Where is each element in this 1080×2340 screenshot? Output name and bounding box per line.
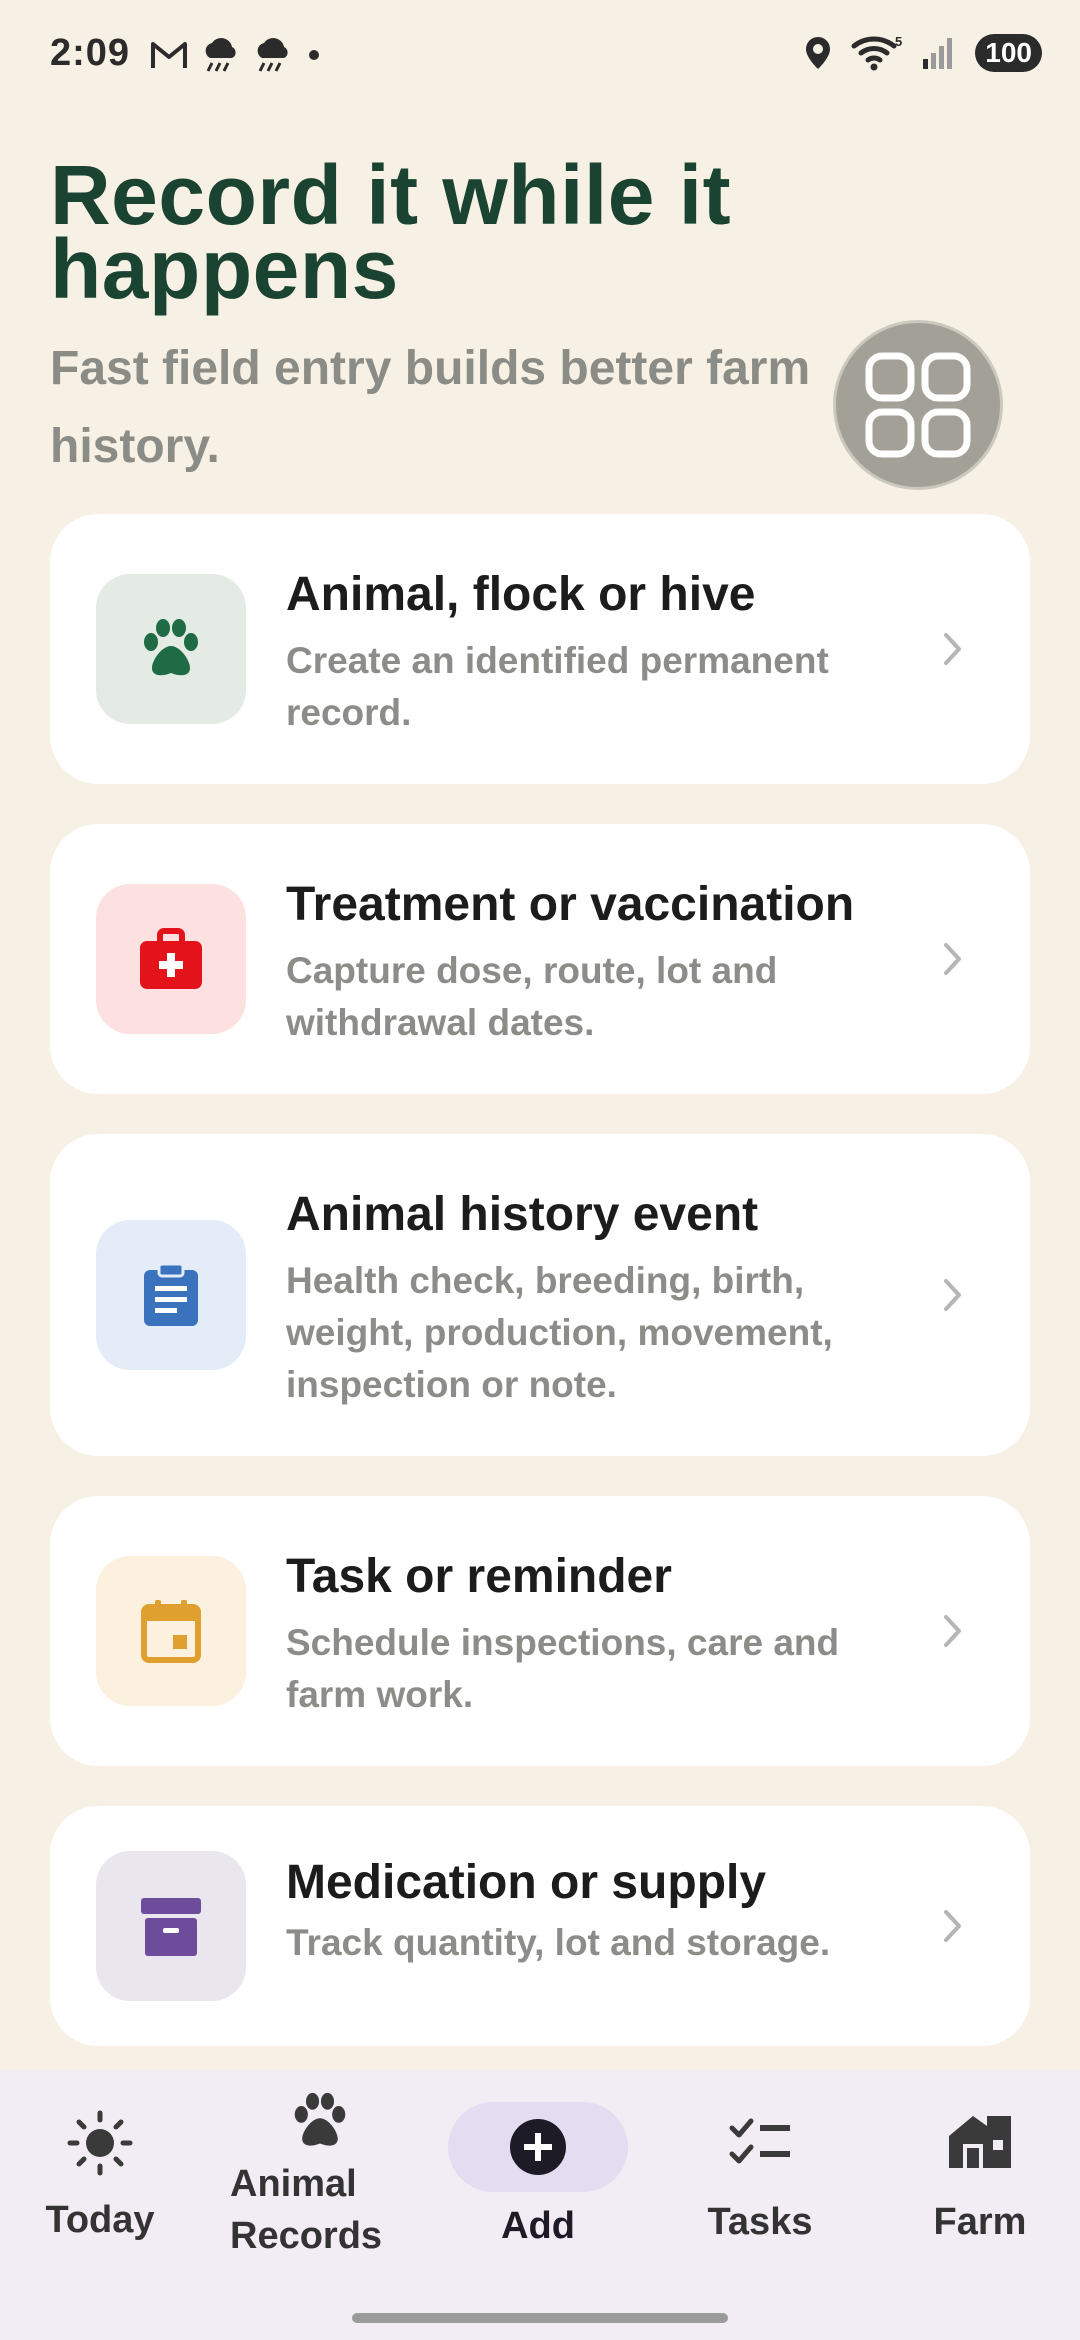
checklist-icon: [729, 2118, 790, 2164]
gmail-icon: [151, 42, 187, 68]
nav-label-farm: Farm: [933, 2201, 1027, 2243]
chevron-right-icon: [938, 1611, 968, 1651]
nav-item-farm[interactable]: Farm: [900, 2112, 1060, 2248]
barn-icon: [949, 2116, 1011, 2168]
status-bar: 2:09 5 100: [0, 0, 1080, 110]
dot-icon: [309, 50, 319, 60]
medical-kit-icon: [140, 928, 202, 989]
card-treatment-vaccination[interactable]: Treatment or vaccination Capture dose, r…: [50, 824, 1030, 1094]
grid-menu-icon: [865, 352, 971, 458]
nav-item-tasks[interactable]: Tasks: [680, 2114, 840, 2248]
battery-icon: 100: [975, 34, 1042, 72]
card-title: Animal, flock or hive: [286, 568, 756, 621]
page-title: Record it while it happens: [50, 148, 732, 316]
nav-item-today[interactable]: Today: [20, 2110, 180, 2246]
status-system-icons: 5 100: [803, 34, 1042, 72]
rain-cloud-icon: [205, 38, 236, 72]
status-notification-icons: [150, 36, 324, 74]
nav-label-today: Today: [45, 2199, 155, 2241]
nav-label-animal-records-line1: Animal: [230, 2163, 357, 2205]
screen: 2:09 5 100 Record it while it happens Fa…: [0, 0, 1080, 2340]
card-icon-container: [96, 1220, 246, 1370]
chevron-right-icon: [938, 1275, 968, 1315]
card-icon-container: [96, 884, 246, 1034]
archive-box-icon: [141, 1898, 201, 1956]
nav-item-add[interactable]: Add: [448, 2200, 628, 2252]
card-description: Create an identified permanent record.: [286, 640, 829, 733]
chevron-right-icon: [938, 1906, 968, 1946]
signal-icon: [923, 38, 953, 69]
nav-add-active-indicator[interactable]: [448, 2102, 628, 2192]
page-subtitle: Fast field entry builds better farm hist…: [50, 342, 811, 473]
floating-grid-menu-button[interactable]: [833, 320, 1003, 490]
wifi-label: 5: [895, 34, 902, 49]
home-indicator[interactable]: [352, 2313, 728, 2323]
card-icon-container: [96, 574, 246, 724]
card-animal-history-event[interactable]: Animal history event Health check, breed…: [50, 1134, 1030, 1456]
card-animal-flock-hive[interactable]: Animal, flock or hive Create an identifi…: [50, 514, 1030, 784]
bottom-navigation-bar: Today Animal Records Add Tasks Farm: [0, 2070, 1080, 2340]
nav-label-tasks: Tasks: [707, 2201, 813, 2243]
paw-icon: [294, 2092, 346, 2146]
location-icon: [806, 37, 831, 69]
status-time: 2:09: [50, 32, 131, 74]
paw-icon: [144, 619, 198, 676]
nav-label-animal-records-line2: Records: [230, 2215, 383, 2257]
card-description: Health check, breeding, birth, weight, p…: [286, 1260, 833, 1405]
card-description: Track quantity, lot and storage.: [286, 1922, 831, 1963]
card-title: Treatment or vaccination: [286, 878, 855, 931]
card-description: Schedule inspections, care and farm work…: [286, 1622, 840, 1715]
nav-label-add: Add: [501, 2205, 575, 2247]
rain-cloud-icon: [257, 38, 288, 72]
sun-icon: [67, 2110, 133, 2176]
card-icon-container: [96, 1556, 246, 1706]
card-task-reminder[interactable]: Task or reminder Schedule inspections, c…: [50, 1496, 1030, 1766]
card-medication-supply[interactable]: Medication or supply Track quantity, lot…: [50, 1806, 1030, 2046]
clipboard-icon: [144, 1262, 198, 1326]
card-description: Capture dose, route, lot and withdrawal …: [286, 950, 778, 1043]
chevron-right-icon: [938, 629, 968, 669]
calendar-icon: [141, 1600, 201, 1663]
wifi-icon: 5: [851, 34, 903, 71]
nav-item-animal-records[interactable]: Animal Records: [210, 2092, 430, 2262]
card-title: Task or reminder: [286, 1550, 672, 1603]
chevron-right-icon: [938, 939, 968, 979]
card-title: Animal history event: [286, 1188, 759, 1241]
card-title: Medication or supply: [286, 1856, 767, 1909]
card-icon-container: [96, 1851, 246, 2001]
add-circle-icon: [510, 2119, 566, 2175]
